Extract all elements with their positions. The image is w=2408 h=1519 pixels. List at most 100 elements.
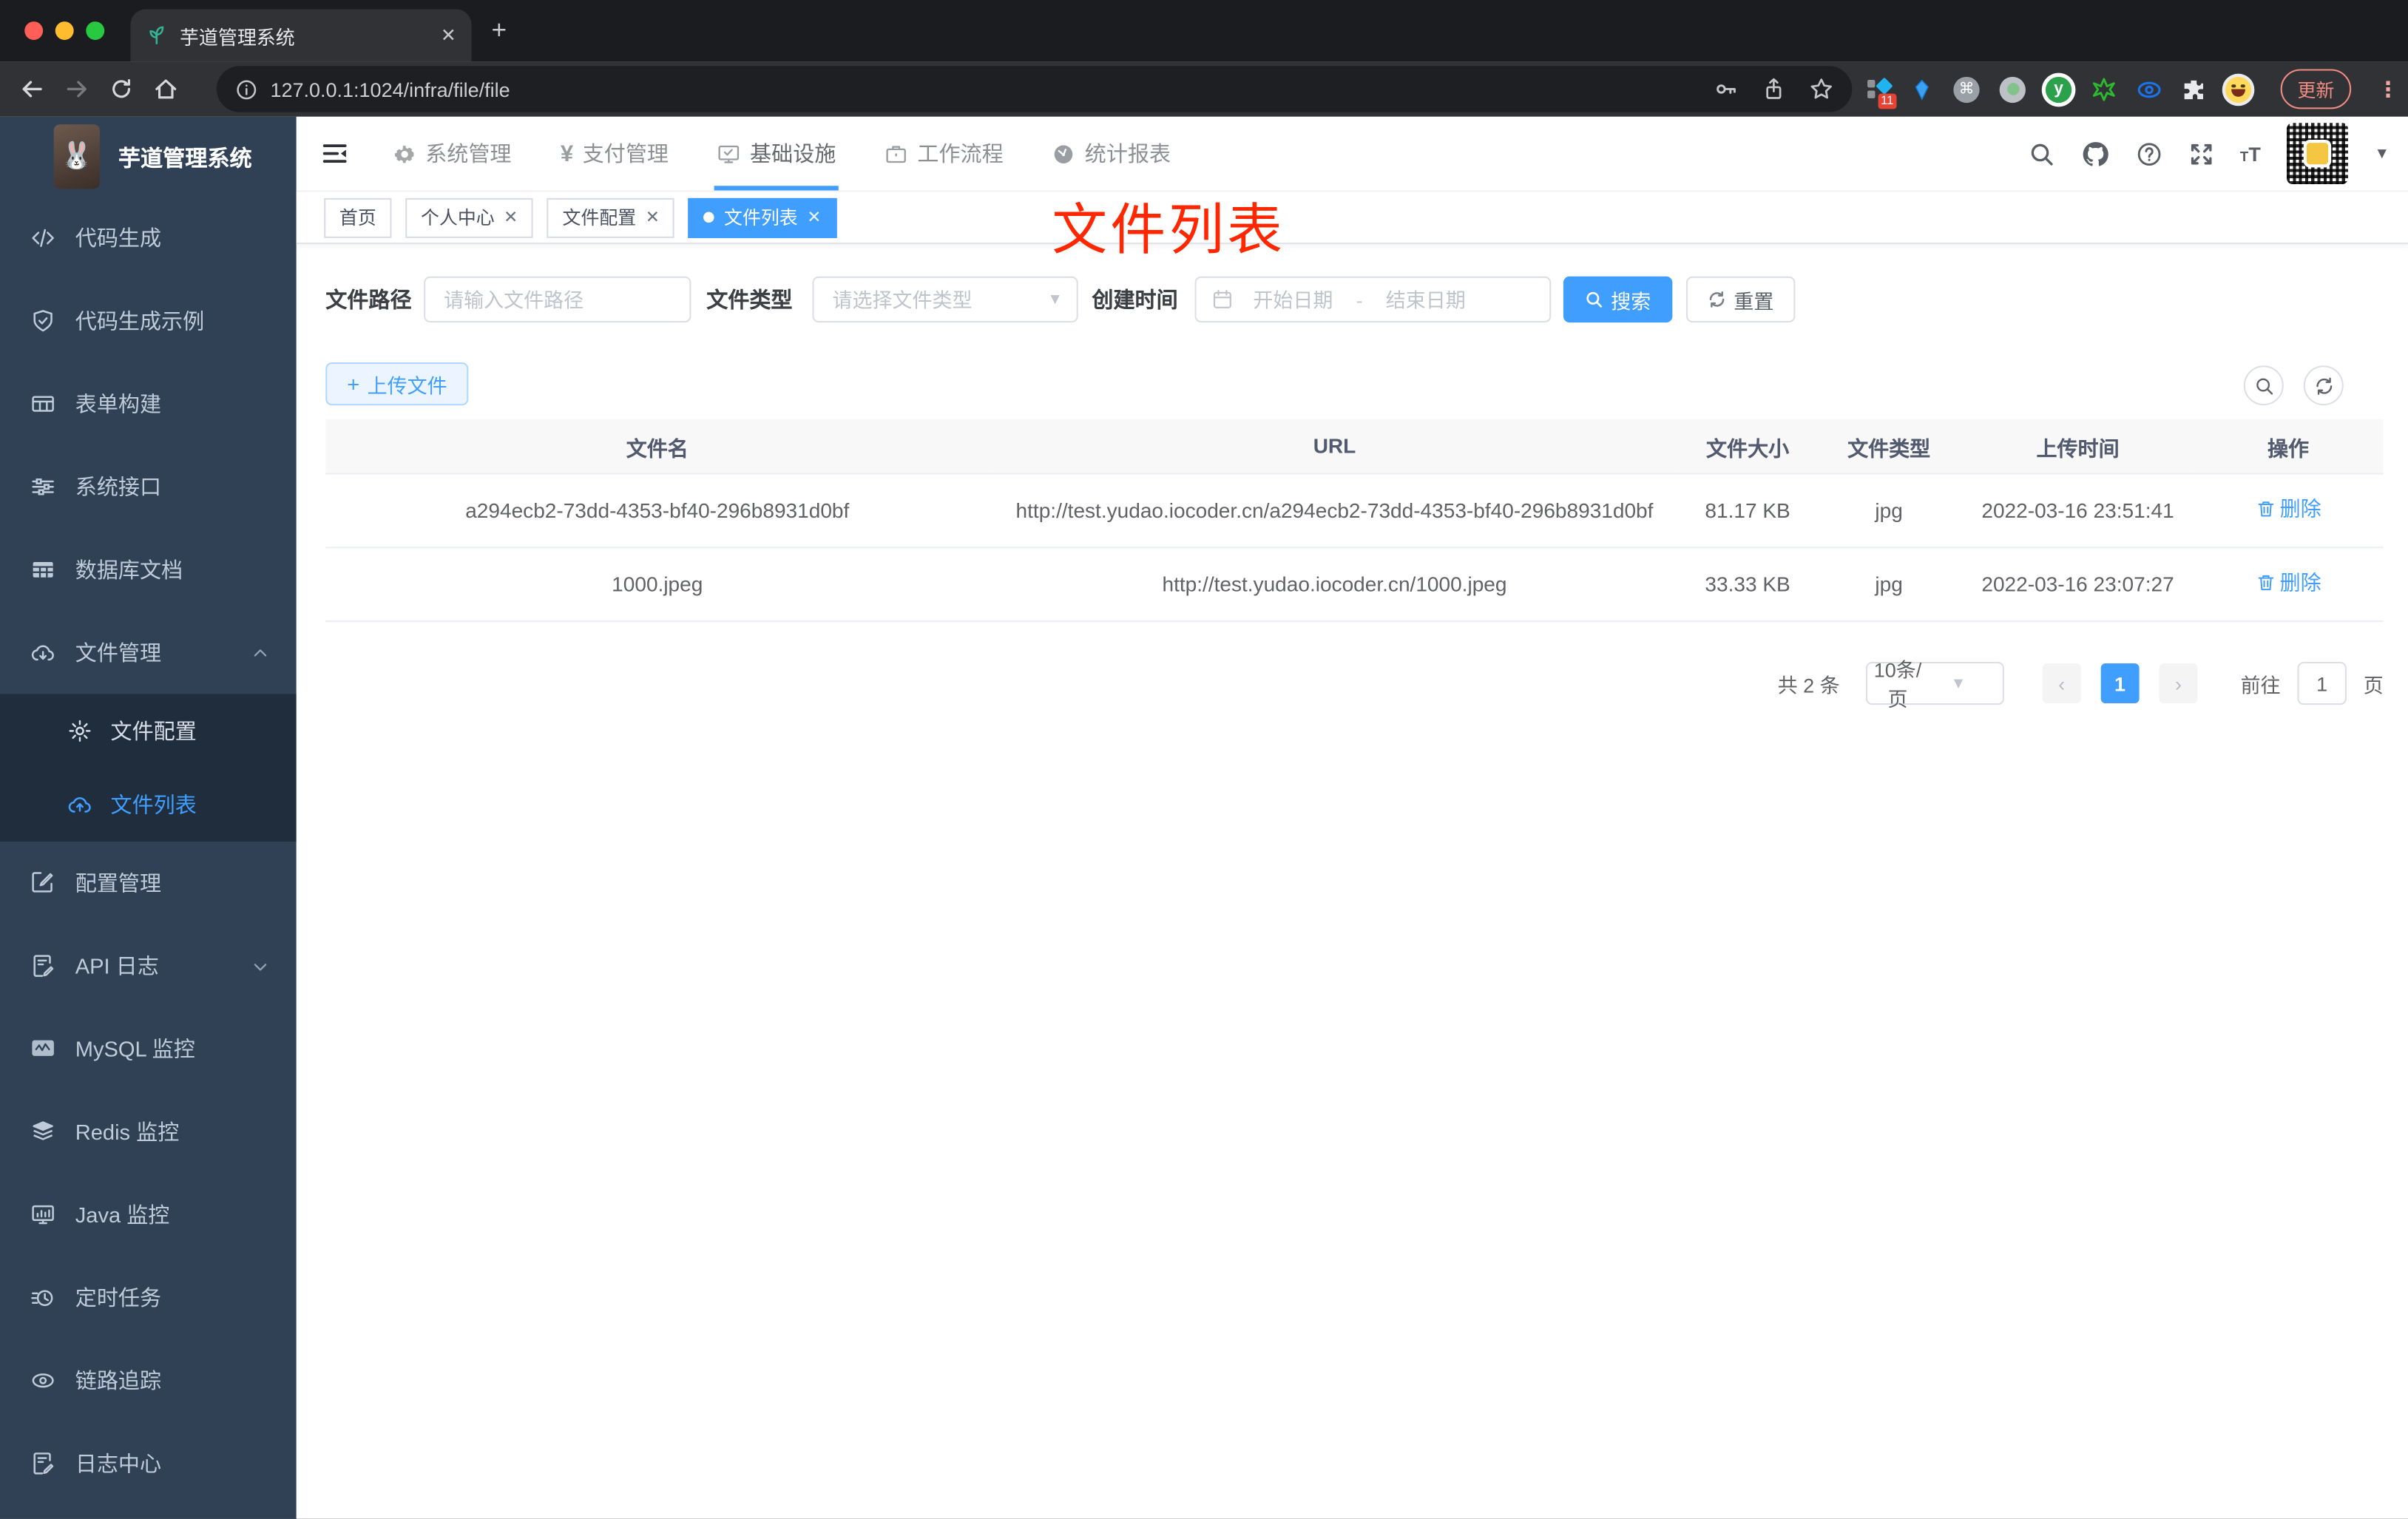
tab-close-icon[interactable]: ✕: [441, 24, 456, 46]
sidebar-item-redis-monitor[interactable]: Redis 监控: [0, 1090, 297, 1173]
fullscreen-icon[interactable]: [2188, 141, 2213, 166]
extension-recorder-icon[interactable]: [1999, 75, 2026, 103]
create-time-label: 创建时间: [1092, 287, 1178, 312]
topnav-item-workflow[interactable]: 工作流程: [882, 117, 1007, 191]
tag-home[interactable]: 首页: [324, 197, 392, 237]
page-1-button[interactable]: 1: [2100, 663, 2140, 704]
search-button[interactable]: 搜索: [1563, 276, 1673, 323]
sidebar-item-db-doc[interactable]: 数据库文档: [0, 528, 297, 611]
main-area: 系统管理 ¥ 支付管理 基础设施 工作流程 统计报表 TT ▼ 首页 个人中心 …: [296, 116, 2408, 1519]
github-icon[interactable]: [2080, 139, 2109, 168]
reload-icon[interactable]: [109, 77, 133, 101]
sidebar-item-config-manage[interactable]: 配置管理: [0, 842, 297, 924]
browser-toolbar: 127.0.0.1:1024/infra/file/file 11 ⌘ y 更新…: [0, 61, 2408, 117]
sidebar-item-code-demo[interactable]: 代码生成示例: [0, 280, 297, 362]
extension-grid-icon[interactable]: 11: [1867, 76, 1897, 109]
page-content: 文件路径 文件类型 ▼ 创建时间 - 搜索: [297, 244, 2408, 711]
close-icon[interactable]: ✕: [504, 207, 518, 227]
col-file-name: 文件名: [325, 419, 990, 475]
gear-icon: [393, 142, 416, 165]
delete-button[interactable]: 删除: [2255, 566, 2321, 599]
sidebar-item-file-list[interactable]: 文件列表: [0, 768, 297, 842]
form-builder-icon: [31, 392, 55, 416]
end-date-input[interactable]: [1365, 288, 1486, 311]
sidebar-item-mysql-monitor[interactable]: MySQL 监控: [0, 1007, 297, 1090]
page-size-select[interactable]: 10条/页 ▼: [1865, 659, 2004, 711]
topnav-item-report[interactable]: 统计报表: [1049, 117, 1174, 191]
col-url: URL: [989, 419, 1680, 475]
close-icon[interactable]: ✕: [807, 207, 821, 227]
goto-page-input[interactable]: [2297, 661, 2347, 706]
extension-emoji-icon[interactable]: [2225, 75, 2252, 103]
address-bar[interactable]: 127.0.0.1:1024/infra/file/file: [216, 66, 1853, 112]
tag-profile[interactable]: 个人中心 ✕: [405, 197, 534, 237]
prev-page-button[interactable]: ‹: [2042, 663, 2081, 704]
extension-command-icon[interactable]: ⌘: [1953, 75, 1980, 103]
reset-button[interactable]: 重置: [1686, 276, 1796, 323]
update-button[interactable]: 更新: [2280, 69, 2352, 109]
info-icon[interactable]: [235, 78, 258, 101]
next-page-button[interactable]: ›: [2159, 663, 2198, 704]
close-window-button[interactable]: [24, 21, 44, 40]
qr-avatar[interactable]: [2287, 123, 2349, 185]
sidebar-item-java-monitor[interactable]: Java 监控: [0, 1173, 297, 1256]
font-size-icon[interactable]: TT: [2240, 142, 2261, 165]
back-icon[interactable]: [20, 77, 44, 101]
share-icon[interactable]: [1762, 77, 1786, 101]
start-date-input[interactable]: [1233, 288, 1353, 311]
url-text[interactable]: 127.0.0.1:1024/infra/file/file: [270, 78, 1691, 101]
extension-puzzle-icon[interactable]: [2182, 78, 2205, 101]
caret-down-icon[interactable]: ▼: [2375, 145, 2390, 162]
sidebar-item-log-center[interactable]: 日志中心: [0, 1422, 297, 1505]
file-type-select[interactable]: ▼: [812, 276, 1078, 323]
minimize-window-button[interactable]: [55, 21, 74, 40]
key-icon[interactable]: [1714, 77, 1738, 101]
shield-check-icon: [31, 308, 55, 333]
extension-eye-icon[interactable]: [2136, 76, 2162, 102]
extension-gem-icon[interactable]: [1910, 78, 1933, 101]
sidebar-item-scheduled-task[interactable]: 定时任务: [0, 1256, 297, 1339]
sidebar-item-file-config[interactable]: 文件配置: [0, 694, 297, 768]
dashboard-icon: [1052, 142, 1075, 165]
maximize-window-button[interactable]: [86, 21, 105, 40]
browser-menu-icon[interactable]: ⋮: [2378, 76, 2399, 102]
logo-rabbit-avatar: 🐰: [53, 124, 100, 189]
search-icon[interactable]: [2028, 141, 2054, 166]
hamburger-icon[interactable]: [321, 140, 348, 167]
extension-star-icon[interactable]: [2091, 77, 2116, 101]
window-controls[interactable]: [24, 21, 105, 40]
forward-icon[interactable]: [64, 77, 89, 101]
toggle-search-icon[interactable]: [2243, 365, 2284, 406]
tag-file-config[interactable]: 文件配置 ✕: [547, 197, 675, 237]
help-icon[interactable]: [2136, 141, 2162, 166]
tag-file-list[interactable]: 文件列表 ✕: [689, 197, 837, 237]
sidebar-item-form-builder[interactable]: 表单构建: [0, 362, 297, 445]
home-icon[interactable]: [154, 77, 178, 101]
col-file-type: 文件类型: [1815, 419, 1963, 475]
file-type-select-input[interactable]: [814, 288, 1048, 311]
app-logo[interactable]: 🐰 芋道管理系统: [0, 117, 297, 197]
topnav-item-infra[interactable]: 基础设施: [714, 117, 839, 191]
browser-tab[interactable]: 芋道管理系统 ✕: [130, 9, 472, 62]
bookmark-star-icon[interactable]: [1809, 77, 1833, 101]
cell-file-type: jpg: [1815, 547, 1963, 622]
sidebar-item-api-log[interactable]: API 日志: [0, 924, 297, 1007]
sidebar-item-file-manage[interactable]: 文件管理: [0, 611, 297, 694]
refresh-table-icon[interactable]: [2303, 365, 2344, 406]
eye-icon: [31, 1368, 55, 1393]
sidebar-item-system-api[interactable]: 系统接口: [0, 445, 297, 528]
topnav-item-system[interactable]: 系统管理: [390, 117, 514, 191]
new-tab-button[interactable]: +: [491, 16, 507, 47]
date-range-picker[interactable]: -: [1194, 276, 1552, 323]
trash-icon: [2255, 499, 2275, 519]
file-path-input[interactable]: [425, 288, 690, 311]
upload-file-button[interactable]: + 上传文件: [325, 362, 469, 406]
topnav-item-pay[interactable]: ¥ 支付管理: [558, 117, 672, 191]
favicon-plant-icon: [146, 24, 167, 46]
delete-button[interactable]: 删除: [2255, 493, 2321, 526]
file-path-input-box[interactable]: [424, 276, 691, 323]
close-icon[interactable]: ✕: [646, 207, 660, 227]
sidebar-item-tracing[interactable]: 链路追踪: [0, 1339, 297, 1422]
extension-y-icon[interactable]: y: [2045, 75, 2072, 103]
sidebar-item-code-gen[interactable]: 代码生成: [0, 197, 297, 280]
